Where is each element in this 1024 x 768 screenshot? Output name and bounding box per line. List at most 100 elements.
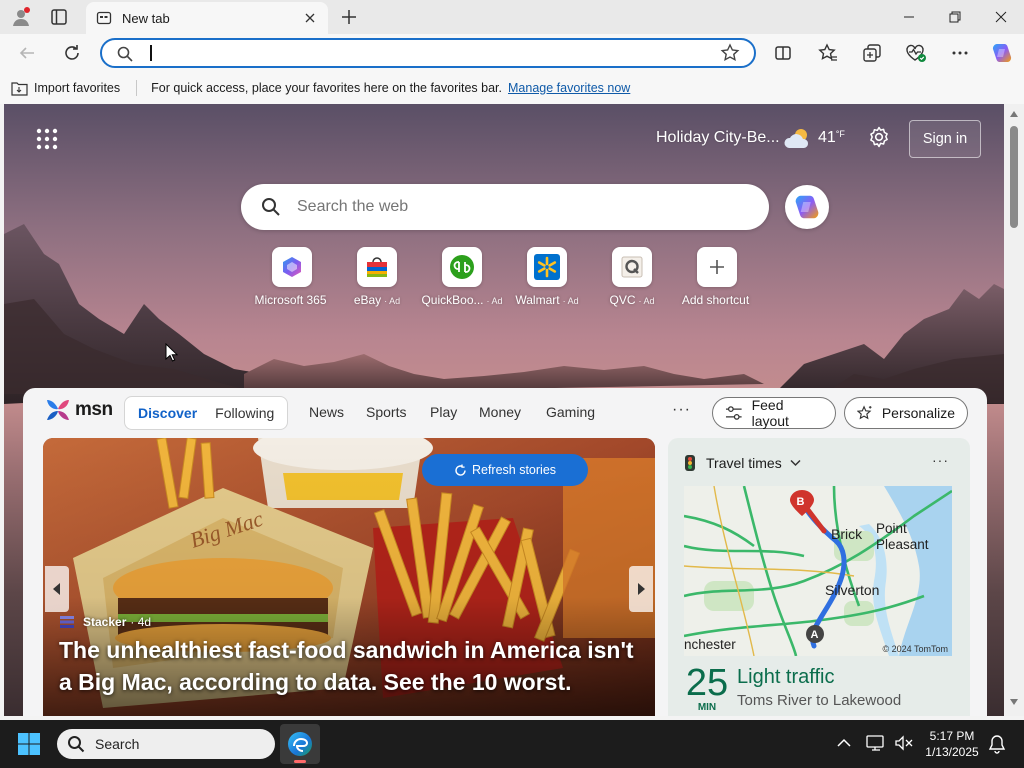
shortcut-label: eBay bbox=[353, 293, 382, 307]
address-input[interactable] bbox=[146, 44, 706, 62]
refresh-stories-button[interactable]: Refresh stories bbox=[422, 454, 588, 486]
tab-following[interactable]: Following bbox=[206, 405, 283, 421]
msn-brand: msn bbox=[75, 399, 113, 420]
hero-story-card[interactable]: Big Mac bbox=[43, 438, 655, 716]
back-arrow-icon[interactable] bbox=[12, 39, 42, 67]
tab-new-tab[interactable]: New tab bbox=[86, 2, 328, 34]
web-search-input[interactable] bbox=[297, 198, 717, 216]
quickbooks-icon bbox=[442, 247, 482, 287]
source-name: Stacker bbox=[83, 615, 127, 629]
notifications-bell-icon[interactable] bbox=[988, 734, 1006, 757]
taskbar-search-box[interactable]: Search bbox=[57, 729, 275, 759]
tab-actions-icon[interactable] bbox=[46, 5, 72, 29]
copilot-icon[interactable] bbox=[987, 39, 1017, 67]
mouse-cursor-icon bbox=[165, 343, 179, 362]
manage-favorites-link[interactable]: Manage favorites now bbox=[508, 81, 630, 95]
more-tabs-button[interactable]: ··· bbox=[672, 401, 691, 419]
tab-money[interactable]: Money bbox=[479, 404, 521, 420]
text-caret bbox=[150, 45, 152, 61]
temperature-value: 41 bbox=[818, 129, 836, 146]
travel-times-header[interactable]: Travel times bbox=[684, 454, 801, 472]
next-story-button[interactable] bbox=[629, 566, 653, 612]
travel-card-more-button[interactable]: ··· bbox=[932, 452, 949, 468]
partly-cloudy-icon bbox=[784, 129, 809, 148]
network-display-icon[interactable] bbox=[866, 734, 886, 755]
feed-layout-label: Feed layout bbox=[751, 397, 789, 429]
windows-start-icon[interactable] bbox=[17, 732, 41, 759]
traffic-status: Light traffic bbox=[737, 666, 835, 688]
shortcut-qvc[interactable]: QVC · Ad bbox=[590, 247, 674, 307]
add-shortcut-button[interactable]: Add shortcut bbox=[675, 247, 759, 307]
weather-location[interactable]: Holiday City-Be... bbox=[656, 129, 780, 147]
restore-button[interactable] bbox=[932, 0, 978, 34]
walmart-spark-icon bbox=[527, 247, 567, 287]
page-scrollbar[interactable] bbox=[1004, 104, 1024, 716]
active-app-indicator bbox=[294, 760, 306, 763]
favorites-icon[interactable] bbox=[813, 39, 843, 67]
browser-essentials-icon[interactable] bbox=[901, 39, 931, 67]
minimize-button[interactable] bbox=[886, 0, 932, 34]
new-tab-page-icon bbox=[96, 11, 112, 25]
msn-logo[interactable]: msn bbox=[45, 398, 113, 422]
shortcut-label: Add shortcut bbox=[681, 293, 750, 307]
shortcut-quickbooks[interactable]: QuickBoo... · Ad bbox=[420, 247, 504, 307]
temperature-unit: °F bbox=[835, 129, 845, 139]
more-options-icon[interactable] bbox=[945, 39, 975, 67]
taskbar-search-label: Search bbox=[95, 736, 140, 752]
feed-layout-button[interactable]: Feed layout bbox=[712, 397, 836, 429]
tab-discover[interactable]: Discover bbox=[129, 405, 206, 421]
chevron-right-icon bbox=[638, 583, 645, 595]
refresh-stories-label: Refresh stories bbox=[471, 463, 557, 477]
chevron-down-icon bbox=[790, 459, 801, 467]
temperature[interactable]: 41°F bbox=[818, 129, 845, 147]
scrollbar-thumb[interactable] bbox=[1010, 126, 1018, 228]
volume-muted-icon[interactable] bbox=[894, 734, 914, 755]
previous-story-button[interactable] bbox=[45, 566, 69, 612]
split-screen-icon[interactable] bbox=[768, 39, 798, 67]
refresh-icon bbox=[455, 464, 466, 476]
tab-sports[interactable]: Sports bbox=[366, 404, 406, 420]
collections-icon[interactable] bbox=[857, 39, 887, 67]
scroll-down-arrow-icon[interactable] bbox=[1009, 698, 1019, 706]
address-bar[interactable] bbox=[100, 38, 756, 68]
travel-times-card[interactable]: Travel times ··· B A Brick Point Pleasan… bbox=[668, 438, 970, 716]
story-headline[interactable]: The unhealthiest fast-food sandwich in A… bbox=[59, 634, 643, 698]
edge-taskbar-button[interactable] bbox=[280, 724, 320, 764]
web-search-box[interactable] bbox=[241, 184, 769, 230]
feed-primary-tabs: Discover Following bbox=[124, 396, 289, 430]
show-hidden-icons-chevron-up-icon[interactable] bbox=[837, 736, 851, 751]
close-window-button[interactable] bbox=[978, 0, 1024, 34]
new-tab-plus-icon[interactable] bbox=[336, 5, 362, 29]
sparkle-star-icon bbox=[857, 405, 872, 420]
sliders-icon bbox=[725, 406, 742, 420]
shortcut-walmart[interactable]: Walmart · Ad bbox=[505, 247, 589, 307]
add-favorite-star-icon[interactable] bbox=[720, 43, 740, 63]
tab-gaming[interactable]: Gaming bbox=[546, 404, 595, 420]
traffic-map[interactable]: B A Brick Point Pleasant Silverton nches… bbox=[684, 486, 952, 656]
traffic-light-icon bbox=[685, 455, 695, 471]
close-tab-icon[interactable] bbox=[302, 10, 318, 26]
map-label-point-pleasant: Point Pleasant bbox=[876, 521, 929, 552]
tab-news[interactable]: News bbox=[309, 404, 344, 420]
system-clock[interactable]: 5:17 PM 1/13/2025 bbox=[920, 728, 984, 760]
refresh-icon[interactable] bbox=[57, 39, 87, 67]
shortcut-microsoft-365[interactable]: Microsoft 365 bbox=[250, 247, 334, 307]
ad-tag: · Ad bbox=[486, 296, 503, 306]
sign-in-button[interactable]: Sign in bbox=[909, 120, 981, 158]
scroll-up-arrow-icon[interactable] bbox=[1009, 110, 1019, 118]
shortcut-ebay[interactable]: eBay · Ad bbox=[335, 247, 419, 307]
copilot-button[interactable] bbox=[785, 185, 829, 229]
shortcut-label: QuickBoo... bbox=[421, 293, 484, 307]
import-favorites-button[interactable]: Import favorites bbox=[11, 81, 120, 96]
msn-feed: msn Discover Following News Sports Play … bbox=[23, 388, 987, 716]
search-icon bbox=[262, 198, 280, 216]
tab-play[interactable]: Play bbox=[430, 404, 457, 420]
app-launcher-icon[interactable] bbox=[36, 128, 58, 153]
personalize-button[interactable]: Personalize bbox=[844, 397, 968, 429]
map-pin-b-label: B bbox=[797, 496, 805, 508]
profile-icon[interactable] bbox=[8, 5, 34, 29]
qvc-icon bbox=[612, 247, 652, 287]
settings-gear-icon[interactable] bbox=[868, 126, 890, 151]
clock-date: 1/13/2025 bbox=[925, 745, 979, 759]
map-pin-a-label: A bbox=[811, 629, 819, 641]
